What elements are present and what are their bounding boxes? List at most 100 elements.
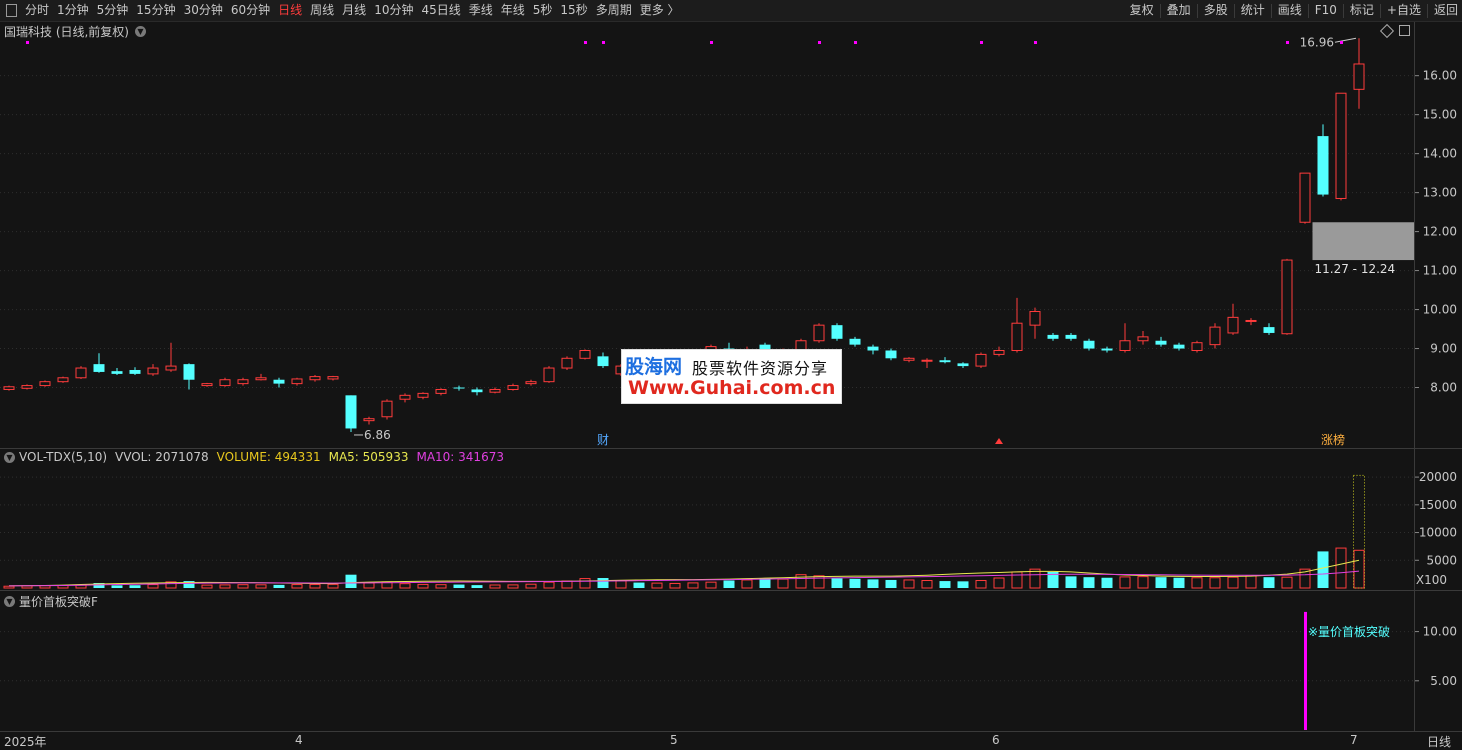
candle-body [219,379,231,387]
volume-bar [1101,577,1113,588]
tab-period-5min[interactable]: 5分钟 [93,0,133,21]
event-dot [1340,41,1343,44]
candle-body [813,324,825,342]
volume-bar [867,579,879,588]
volume-bar [291,584,303,589]
volume-bar [507,584,519,589]
candle-body [165,365,177,371]
volume-bar [849,578,861,588]
tab-period-fenshi[interactable]: 分时 [21,0,53,21]
event-dot [980,41,983,44]
statistics-button[interactable]: 统计 [1237,0,1269,21]
toolbar-divider [1270,3,1272,18]
candle-body [291,378,303,385]
candle-body [579,349,591,359]
volume-bar [147,584,159,589]
diamond-icon[interactable] [1379,23,1395,39]
x-axis-label: 4 [295,733,303,747]
volume-bar [129,585,141,588]
tab-period-multi[interactable]: 多周期 [592,0,636,21]
event-dot [854,41,857,44]
candle-body [201,383,213,387]
volume-bar [615,580,627,589]
restore-rights-button[interactable]: 复权 [1126,0,1158,21]
candle-body [1047,334,1059,339]
candle-body [147,367,159,375]
volume-bar [219,584,231,589]
event-dot [1034,41,1037,44]
tab-period-quarter[interactable]: 季线 [465,0,497,21]
candle-body [363,418,375,422]
candle-body [1137,336,1149,342]
volume-bar [705,581,717,589]
toolbar-divider [1379,3,1381,18]
candle-body [885,350,897,359]
volume-bar [885,579,897,588]
candle-body [849,338,861,345]
price-tick-label: 10.00 [1423,303,1457,317]
tab-period-30min[interactable]: 30分钟 [180,0,227,21]
volume-bar [255,584,267,589]
f10-button[interactable]: F10 [1311,0,1341,21]
window-mode-icon[interactable] [1399,25,1410,36]
candle-body [183,364,195,380]
mark-button[interactable]: 标记 [1346,0,1378,21]
candle-body [327,376,339,380]
panel-toggle-icon[interactable] [6,4,17,17]
tab-period-more[interactable]: 更多 〉 [636,0,684,21]
price-tick-label: 16.00 [1423,69,1457,83]
volume-bar [1281,576,1293,589]
high-price-label: 16.96 [1300,35,1334,49]
volume-indicator-name[interactable]: VOL-TDX(5,10) [19,450,107,464]
candle-body [471,389,483,393]
price-tick-label: 11.00 [1423,264,1457,278]
volume-bar [939,581,951,588]
multi-stock-button[interactable]: 多股 [1200,0,1232,21]
add-watchlist-button[interactable]: +自选 [1383,0,1425,21]
candle-body [1065,334,1077,339]
tab-period-1min[interactable]: 1分钟 [53,0,93,21]
tab-period-15sec[interactable]: 15秒 [556,0,591,21]
chevron-down-icon[interactable]: ▼ [135,26,146,37]
tab-period-5sec[interactable]: 5秒 [529,0,557,21]
volume-bar [1263,577,1275,588]
candle-body [1353,63,1365,90]
volume-bar [471,585,483,588]
volume-bar [165,581,177,589]
candle-body [561,357,573,369]
tab-period-daily[interactable]: 日线 [274,0,306,21]
tab-period-45day[interactable]: 45日线 [417,0,464,21]
panel-divider[interactable] [0,448,1462,449]
volume-bar [741,579,753,589]
chevron-down-icon[interactable]: ▼ [4,451,15,463]
candle-body [1119,340,1131,351]
candle-body [1263,327,1275,333]
axis-divider [1414,22,1415,732]
overlay-button[interactable]: 叠加 [1163,0,1195,21]
volume-tick-label: 15000 [1419,498,1457,512]
period-tabs: 分时 1分钟 5分钟 15分钟 30分钟 60分钟 日线 周线 月线 10分钟 … [2,0,684,21]
period-toolbar: 分时 1分钟 5分钟 15分钟 30分钟 60分钟 日线 周线 月线 10分钟 … [0,0,1462,22]
indicator-name[interactable]: 量价首板突破F [19,593,98,610]
tab-period-10min[interactable]: 10分钟 [370,0,417,21]
period-indicator[interactable]: 日线 [1427,733,1451,750]
tab-period-60min[interactable]: 60分钟 [227,0,274,21]
panel-divider[interactable] [0,590,1462,591]
tab-period-monthly[interactable]: 月线 [338,0,370,21]
volume-tick-label: 20000 [1419,470,1457,484]
volume-tick-label: 5000 [1426,553,1457,567]
indicator-panel-title: ▼ 量价首板突破F [4,593,98,610]
candle-body [1173,344,1185,349]
ma5-value: MA5: 505933 [328,450,409,464]
tab-period-weekly[interactable]: 周线 [306,0,338,21]
tab-period-year[interactable]: 年线 [497,0,529,21]
volume-bar [687,582,699,589]
volume-bar [777,578,789,589]
draw-line-button[interactable]: 画线 [1274,0,1306,21]
back-button[interactable]: 返回 [1430,0,1462,21]
candle-body [975,353,987,367]
volume-bar [453,584,465,588]
tab-period-15min[interactable]: 15分钟 [132,0,179,21]
chevron-down-icon[interactable]: ▼ [4,596,15,607]
volume-bar [795,574,807,589]
